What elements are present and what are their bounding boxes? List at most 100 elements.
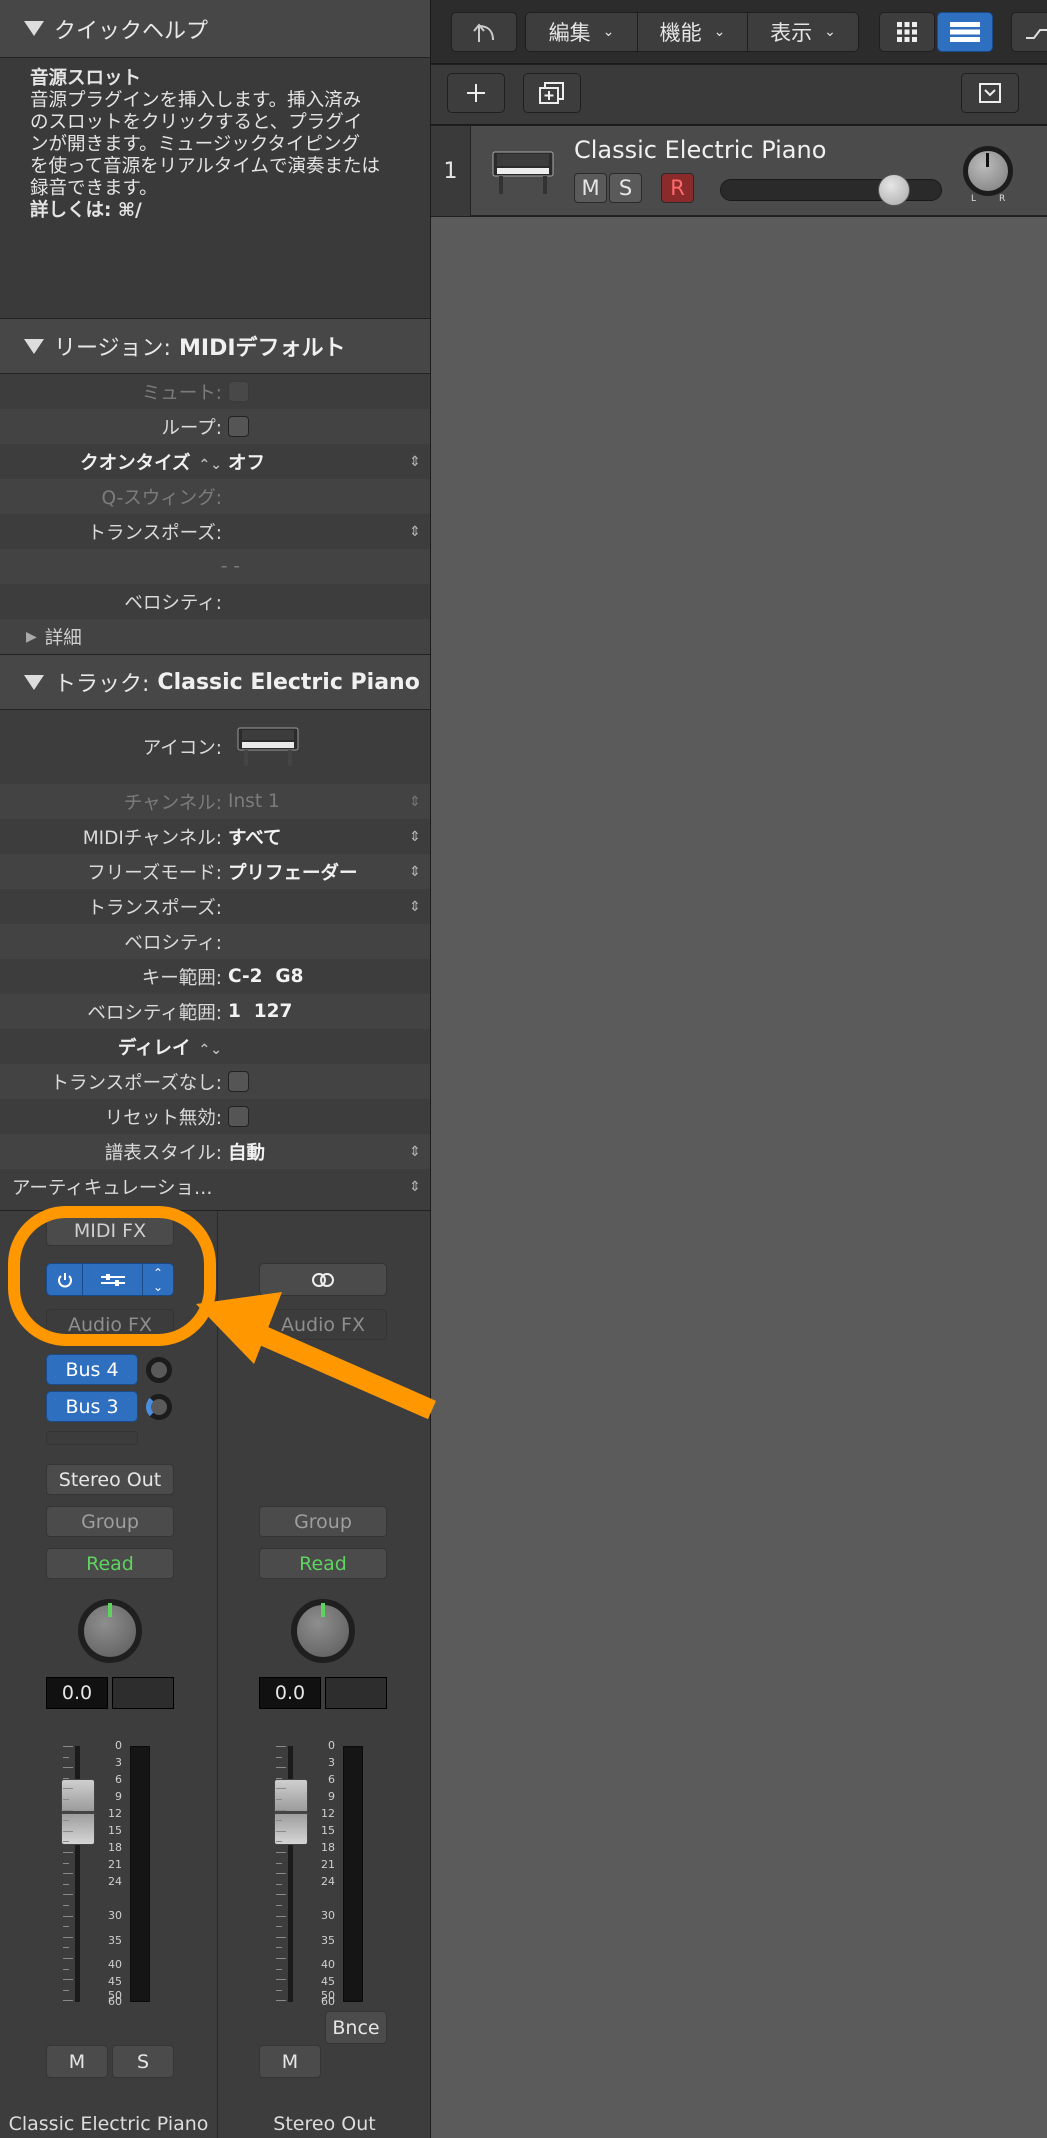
- track-staff-value[interactable]: 自動: [228, 1139, 400, 1165]
- send-bus-3[interactable]: Bus 3: [46, 1391, 138, 1422]
- updown-icon[interactable]: ⌃⌄: [143, 1264, 173, 1295]
- grid-view-button[interactable]: [879, 12, 935, 52]
- updown-icon[interactable]: ⇕: [400, 829, 430, 845]
- fader-tick: [276, 1777, 282, 1779]
- track-midi-channel-value[interactable]: すべて: [228, 824, 400, 850]
- pan-knob[interactable]: [291, 1599, 355, 1663]
- automation-mode[interactable]: Read: [259, 1548, 387, 1579]
- group-slot[interactable]: Group: [46, 1506, 174, 1537]
- group-slot[interactable]: Group: [259, 1506, 387, 1537]
- meter-scale-label: 30: [321, 1909, 335, 1922]
- link-icon[interactable]: [259, 1263, 387, 1296]
- mute-button[interactable]: M: [259, 2045, 321, 2078]
- automation-tool-button[interactable]: [1011, 12, 1047, 52]
- track-vel-range-value[interactable]: 1 127: [228, 1001, 430, 1022]
- duplicate-track-button[interactable]: [523, 73, 581, 113]
- track-no-reset-checkbox[interactable]: [228, 1106, 249, 1127]
- pan-knob[interactable]: [78, 1599, 142, 1663]
- track-volume-thumb[interactable]: [878, 174, 911, 206]
- track-solo-button[interactable]: S: [609, 173, 642, 203]
- quick-help-header[interactable]: クイックヘルプ: [0, 0, 430, 58]
- edit-menu[interactable]: 編集 ⌄: [526, 13, 638, 51]
- meter-scale: 0 3 6 9 12 15 18 21 24 30 35 40 45 50 60: [100, 1739, 122, 2008]
- disclosure-triangle-icon[interactable]: [24, 338, 44, 354]
- menu-group: 編集 ⌄ 機能 ⌄ 表示 ⌄: [525, 12, 859, 52]
- region-quantize-label[interactable]: クオンタイズ ⌃⌄: [0, 449, 222, 475]
- track-header-row[interactable]: 1 Classic Electric Piano M S R L R: [431, 126, 1047, 216]
- updown-icon[interactable]: ⇕: [400, 864, 430, 880]
- fader-tick: [276, 1958, 286, 1959]
- updown-icon[interactable]: ⇕: [400, 1144, 430, 1160]
- power-icon[interactable]: [47, 1264, 83, 1295]
- updown-icon[interactable]: ⇕: [400, 1179, 430, 1195]
- region-details-row[interactable]: ▶ 詳細: [0, 619, 430, 654]
- automation-mode[interactable]: Read: [46, 1548, 174, 1579]
- track-header-toolbar: [431, 65, 1047, 125]
- region-mute-checkbox[interactable]: [228, 381, 249, 402]
- track-header[interactable]: トラック: Classic Electric Piano: [0, 654, 430, 710]
- region-header[interactable]: リージョン: MIDIデフォルト: [0, 318, 430, 374]
- tracks-arrange-area[interactable]: [431, 217, 1047, 2138]
- quick-help-line: 音源プラグインを挿入します。挿入済み: [30, 90, 362, 111]
- meter-scale-label: 12: [321, 1807, 335, 1820]
- send-bus-4[interactable]: Bus 4: [46, 1354, 138, 1385]
- track-freeze-row: フリーズモード: プリフェーダー ⇕: [0, 854, 430, 889]
- track-no-transpose-label: トランスポーズなし:: [50, 1072, 222, 1094]
- instrument-slot[interactable]: ⌃ ⌄: [46, 1263, 174, 1296]
- fader-tick: [276, 1767, 286, 1769]
- view-menu[interactable]: 表示 ⌄: [748, 13, 858, 51]
- global-tracks-button[interactable]: [961, 73, 1019, 113]
- electric-piano-icon[interactable]: [236, 722, 300, 773]
- list-view-button[interactable]: [937, 12, 993, 52]
- peak-readout: [325, 1677, 387, 1709]
- disclosure-triangle-icon[interactable]: [24, 674, 44, 690]
- volume-readout[interactable]: 0.0: [46, 1677, 108, 1709]
- fader-tick: [276, 1905, 282, 1906]
- disclosure-right-icon[interactable]: ▶: [26, 629, 37, 645]
- updown-icon[interactable]: ⇕: [400, 454, 430, 470]
- catch-playhead-button[interactable]: [451, 12, 517, 52]
- midi-fx-slot[interactable]: MIDI FX: [46, 1215, 174, 1246]
- track-freeze-value[interactable]: プリフェーダー: [228, 859, 400, 885]
- region-loop-checkbox[interactable]: [228, 416, 249, 437]
- track-name[interactable]: Classic Electric Piano: [574, 136, 826, 164]
- region-quantize-value[interactable]: オフ: [228, 449, 400, 475]
- meter-scale-label: 40: [108, 1958, 122, 1971]
- track-pan-knob[interactable]: [963, 146, 1013, 196]
- mute-button[interactable]: M: [46, 2045, 108, 2078]
- updown-icon[interactable]: ⌃⌄: [199, 1042, 222, 1058]
- region-fine-dashes[interactable]: - -: [0, 556, 240, 577]
- track-key-range-label: キー範囲:: [141, 967, 222, 989]
- volume-readout[interactable]: 0.0: [259, 1677, 321, 1709]
- disclosure-triangle-icon[interactable]: [24, 21, 44, 36]
- fader-tick: [63, 1873, 73, 1875]
- fader-tick: [63, 1756, 69, 1758]
- empty-send-slot[interactable]: [46, 1431, 138, 1445]
- updown-icon[interactable]: ⇕: [400, 899, 430, 915]
- send-level-knob[interactable]: [146, 1394, 172, 1420]
- track-key-range-value[interactable]: C-2 G8: [228, 966, 430, 987]
- track-channel-value: Inst 1: [228, 791, 280, 812]
- region-transpose-label: トランスポーズ:: [87, 522, 222, 544]
- track-mute-button[interactable]: M: [574, 173, 607, 203]
- track-record-button[interactable]: R: [661, 173, 694, 203]
- bounce-button[interactable]: Bnce: [325, 2011, 387, 2044]
- inspector-panel: クイックヘルプ 音源スロット 音源プラグインを挿入します。挿入済み のスロットを…: [0, 0, 431, 2138]
- track-volume-slider[interactable]: [720, 174, 942, 206]
- audio-fx-slot[interactable]: Audio FX: [259, 1309, 387, 1340]
- updown-icon[interactable]: ⇕: [400, 524, 430, 540]
- solo-button[interactable]: S: [112, 2045, 174, 2078]
- track-no-transpose-checkbox[interactable]: [228, 1071, 249, 1092]
- track-delay-label[interactable]: ディレイ ⌃⌄: [0, 1034, 222, 1060]
- fader-tick: [276, 1830, 286, 1832]
- fader-tick: [276, 1756, 282, 1758]
- track-header-name: Classic Electric Piano: [157, 669, 420, 695]
- meter-scale-label: 30: [108, 1909, 122, 1922]
- output-slot[interactable]: Stereo Out: [46, 1464, 174, 1495]
- updown-icon[interactable]: ⌃⌄: [199, 457, 222, 473]
- send-level-knob[interactable]: [146, 1357, 172, 1383]
- functions-menu[interactable]: 機能 ⌄: [638, 13, 748, 51]
- audio-fx-slot[interactable]: Audio FX: [46, 1309, 174, 1340]
- sliders-icon[interactable]: [83, 1264, 143, 1295]
- add-track-button[interactable]: [447, 73, 505, 113]
